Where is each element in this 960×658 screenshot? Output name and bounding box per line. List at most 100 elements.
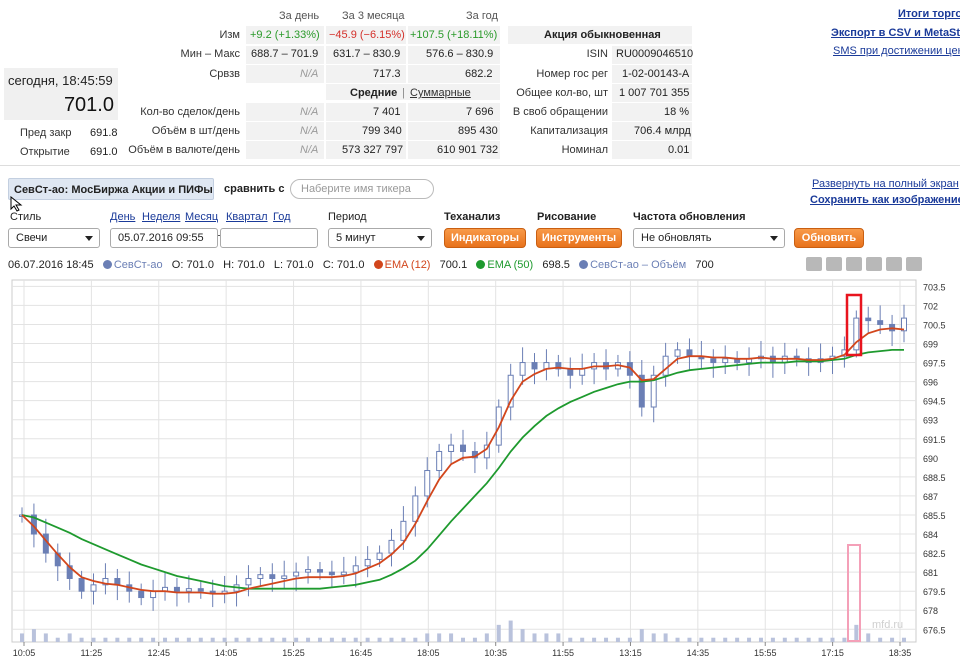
period-month[interactable]: Месяц <box>185 211 218 223</box>
y-tick-label: 682.5 <box>923 549 946 559</box>
watermark: mfd.ru <box>872 619 903 631</box>
minmax-year: 576.6 – 830.9 <box>426 48 494 60</box>
x-tick-label: 11:55 <box>552 648 574 658</box>
date-from-input[interactable]: 05.07.2016 09:55 <box>110 228 218 248</box>
volume-bar <box>365 637 370 642</box>
compare-label: сравнить с <box>224 183 285 195</box>
link-sms[interactable]: SMS при достижении цены <box>833 45 960 57</box>
x-tick-label: 15:55 <box>754 648 777 658</box>
volume-bar <box>484 633 489 642</box>
style-select[interactable]: Свечи <box>8 228 100 248</box>
candle-body <box>269 574 276 579</box>
y-tick-label: 676.5 <box>923 625 946 635</box>
volume-bar <box>437 633 442 642</box>
period-week[interactable]: Неделя <box>142 211 180 223</box>
candle-body <box>316 569 323 573</box>
volume-bar <box>794 637 799 642</box>
chevron-down-icon <box>770 236 778 241</box>
volume-bar <box>747 637 752 642</box>
link-save[interactable]: Сохранить как изображение <box>810 194 960 206</box>
y-tick-label: 678 <box>923 606 938 616</box>
toggle-avg[interactable]: Средние <box>350 87 397 99</box>
candle-body <box>662 355 669 376</box>
quote-time: сегодня, 18:45:59 <box>8 73 113 88</box>
vol-3m: 799 340 <box>362 125 402 137</box>
quote-price: 701.0 <box>63 94 114 116</box>
volume-bar <box>79 637 84 642</box>
volume-bar <box>735 637 740 642</box>
x-tick-label: 15:25 <box>282 648 305 658</box>
candle-body <box>686 349 693 357</box>
x-tick-label: 13:15 <box>619 648 642 658</box>
y-tick-label: 685.5 <box>923 511 946 521</box>
info-label: ISIN <box>586 48 608 60</box>
volume-bar <box>556 633 561 642</box>
candle-body <box>376 552 383 560</box>
period-quarter[interactable]: Квартал <box>226 211 268 223</box>
volume-bar <box>174 637 179 642</box>
x-tick-label: 10:35 <box>484 648 507 658</box>
minmax-day: 688.7 – 701.9 <box>251 48 319 60</box>
ticker-tab[interactable]: СевСт-ао: МосБиржа Акции и ПИФы <box>8 178 214 200</box>
volume-bar <box>31 629 36 642</box>
freq-label: Частота обновления <box>633 211 746 223</box>
period-day[interactable]: День <box>110 211 135 223</box>
volume-bar <box>639 629 644 642</box>
volume-bar <box>389 637 394 642</box>
volume-bar <box>580 637 585 642</box>
chart-tool-button[interactable] <box>826 257 842 271</box>
indicators-button[interactable]: Индикаторы <box>444 228 526 248</box>
y-tick-label: 700.5 <box>923 320 946 330</box>
candle-body <box>710 358 717 364</box>
y-tick-label: 697.5 <box>923 359 946 369</box>
minmax-3m: 631.7 – 830.9 <box>333 48 401 60</box>
info-label: Капитализация <box>530 125 608 137</box>
chart-tool-button[interactable] <box>886 257 902 271</box>
price-chart[interactable]: mfd.ru 703.5 702 700.5 699 697.5 696 694.5 693 6… <box>0 270 960 658</box>
volume-bar <box>353 637 358 642</box>
refresh-button[interactable]: Обновить <box>794 228 864 248</box>
volume-bar <box>866 633 871 642</box>
prev-close-value: 691.8 <box>90 127 118 139</box>
volume-bar <box>198 637 203 642</box>
chart-tool-button[interactable] <box>846 257 862 271</box>
candle-body <box>305 569 312 573</box>
tools-button[interactable]: Инструменты <box>536 228 622 248</box>
volume-bar <box>842 637 847 642</box>
info-title: Акция обыкновенная <box>544 29 661 41</box>
freq-select[interactable]: Не обновлять <box>633 228 785 248</box>
candle-body <box>424 470 431 497</box>
compare-input[interactable] <box>290 179 434 199</box>
volume-bar <box>508 620 513 642</box>
chart-tool-button[interactable] <box>806 257 822 271</box>
volume-bar <box>568 637 573 642</box>
candle-body <box>448 444 455 452</box>
volcur-day: N/A <box>300 144 319 156</box>
y-tick-label: 687 <box>923 492 938 502</box>
draw-label: Рисование <box>537 211 597 223</box>
chart-tool-button[interactable] <box>906 257 922 271</box>
candle-body <box>293 571 300 577</box>
candle-body <box>281 575 288 579</box>
link-results[interactable]: Итоги торгов <box>898 8 960 20</box>
volume-bar <box>413 637 418 642</box>
date-to-input[interactable] <box>220 228 318 248</box>
volume-bar <box>306 637 311 642</box>
chart-tool-button[interactable] <box>866 257 882 271</box>
volume-bar <box>20 633 24 642</box>
y-tick-label: 684 <box>923 530 938 540</box>
period-year[interactable]: Год <box>273 211 291 223</box>
candle-body <box>722 358 729 364</box>
change-year: +107.5 (+18.11%) <box>410 29 498 41</box>
x-tick-label: 18:05 <box>417 648 440 658</box>
interval-select[interactable]: 5 минут <box>328 228 432 248</box>
link-expand[interactable]: Развернуть на полный экран <box>812 178 959 190</box>
volume-bar <box>43 633 48 642</box>
toggle-sum[interactable]: Суммарные <box>410 87 471 99</box>
candle-body <box>138 590 145 599</box>
candle-body <box>519 362 526 376</box>
info-label: Номер гос рег <box>536 68 608 80</box>
link-export[interactable]: Экспорт в CSV и MetaStock <box>831 27 960 39</box>
toggle-sep: | <box>402 87 405 99</box>
candle-body <box>388 539 395 554</box>
